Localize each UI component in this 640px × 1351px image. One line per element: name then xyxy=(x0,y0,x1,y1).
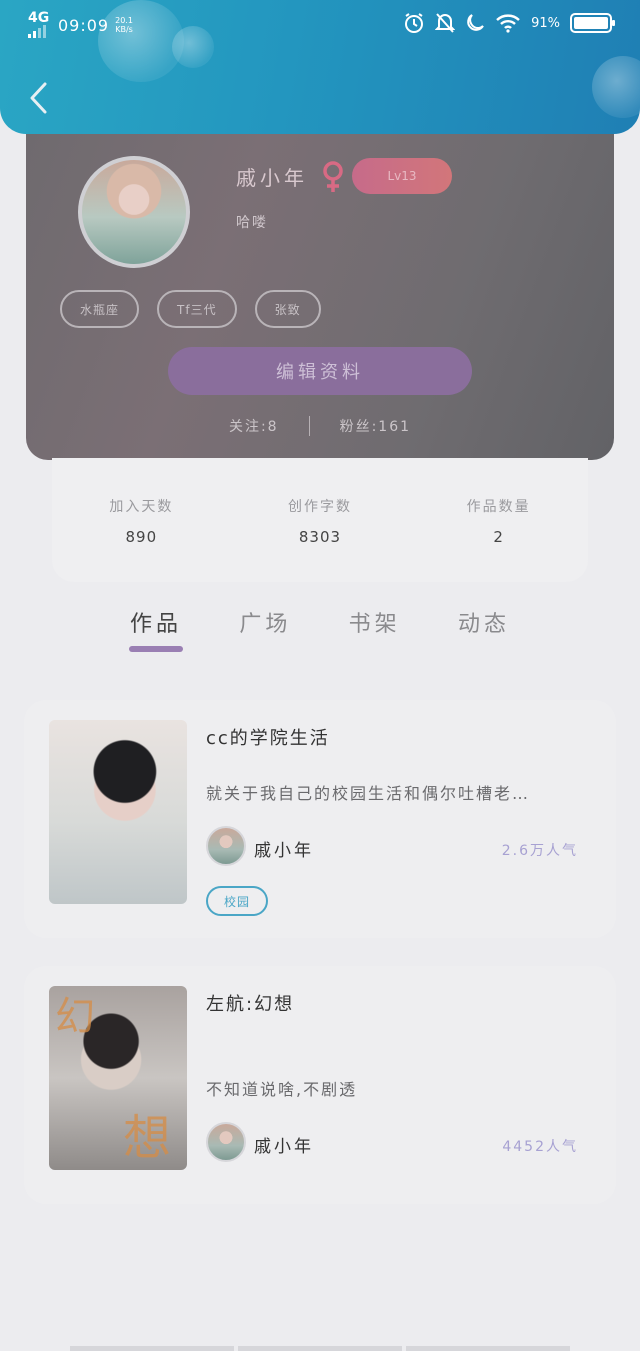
user-nickname: 戚小年 xyxy=(236,166,308,190)
avatar[interactable] xyxy=(78,156,190,268)
bottom-edge xyxy=(70,1346,570,1351)
network-type: 4G xyxy=(28,10,50,26)
work-tag[interactable]: 校园 xyxy=(206,886,269,916)
moon-icon xyxy=(467,14,484,31)
work-popularity: 2.6万人气 xyxy=(501,843,578,859)
alarm-icon xyxy=(405,13,424,33)
tab-bookshelf[interactable]: 书架 xyxy=(321,598,429,658)
chevron-left-icon xyxy=(30,82,47,114)
stat-works-count: 作品数量 2 xyxy=(429,496,569,582)
following-count[interactable]: 关注:8 xyxy=(229,416,279,436)
work-cover-image: 幻 想 xyxy=(49,986,187,1170)
tab-works[interactable]: 作品 xyxy=(102,598,210,658)
stat-value: 2 xyxy=(493,528,504,546)
top-header: 4G 09:09 20.1 KB/s 91% xyxy=(0,0,640,134)
cover-calligraphy: 幻 xyxy=(55,994,95,1040)
divider xyxy=(308,416,310,436)
work-cover-image xyxy=(49,720,187,904)
stats-card: 加入天数 890 创作字数 8303 作品数量 2 xyxy=(52,458,588,582)
author-avatar xyxy=(206,826,246,866)
stat-label: 创作字数 xyxy=(287,499,352,515)
stat-value: 8303 xyxy=(298,528,342,546)
status-bar: 4G 09:09 20.1 KB/s 91% xyxy=(0,0,640,50)
follow-stats: 关注:8 粉丝:161 xyxy=(26,416,614,436)
content-tabs: 作品 广场 书架 动态 xyxy=(102,598,538,658)
work-description: 不知道说啥,不剧透 xyxy=(206,1080,358,1099)
stat-value: 890 xyxy=(125,528,158,546)
work-title: cc的学院生活 xyxy=(206,728,330,749)
profile-tag[interactable]: 水瓶座 xyxy=(60,290,140,328)
tab-activity[interactable]: 动态 xyxy=(430,598,538,658)
avatar-image xyxy=(82,160,186,264)
work-card[interactable]: 幻 想 左航:幻想 不知道说啥,不剧透 戚小年 4452人气 xyxy=(24,966,616,1204)
decor-bubble xyxy=(592,56,640,118)
author-name: 戚小年 xyxy=(254,1137,314,1157)
work-popularity: 4452人气 xyxy=(502,1139,578,1155)
work-title: 左航:幻想 xyxy=(206,994,295,1015)
level-badge: Lv13 xyxy=(352,158,452,194)
cover-calligraphy: 想 xyxy=(123,1110,172,1166)
clock-time: 09:09 xyxy=(58,15,110,35)
profile-tag[interactable]: Tf三代 xyxy=(157,290,237,328)
female-symbol-icon xyxy=(323,161,343,192)
work-description: 就关于我自己的校园生活和偶尔吐槽老… xyxy=(206,784,531,803)
work-card[interactable]: cc的学院生活 就关于我自己的校园生活和偶尔吐槽老… 戚小年 2.6万人气 校园 xyxy=(24,700,616,938)
battery-percent: 91% xyxy=(531,15,560,31)
author-name: 戚小年 xyxy=(254,841,314,861)
profile-card: 戚小年 Lv13 哈喽 水瓶座 Tf三代 张致 编辑资料 关注:8 粉丝:161 xyxy=(26,96,614,460)
fans-count[interactable]: 粉丝:161 xyxy=(340,416,411,436)
battery-icon xyxy=(570,13,615,33)
profile-tag[interactable]: 张致 xyxy=(254,290,321,328)
user-signature: 哈喽 xyxy=(236,215,268,231)
tab-square[interactable]: 广场 xyxy=(211,598,319,658)
stat-label: 加入天数 xyxy=(109,499,174,515)
profile-tags: 水瓶座 Tf三代 张致 xyxy=(60,290,321,328)
stat-word-count: 创作字数 8303 xyxy=(250,496,390,582)
signal-icon xyxy=(28,24,46,38)
back-button[interactable] xyxy=(18,78,58,118)
stat-label: 作品数量 xyxy=(466,499,531,515)
network-speed: 20.1 KB/s xyxy=(115,16,133,34)
tab-active-indicator xyxy=(129,646,183,652)
wifi-icon xyxy=(496,14,520,33)
stat-join-days: 加入天数 890 xyxy=(71,496,211,582)
edit-profile-button[interactable]: 编辑资料 xyxy=(168,347,472,395)
author-avatar xyxy=(206,1122,246,1162)
mute-bell-icon xyxy=(435,13,456,33)
